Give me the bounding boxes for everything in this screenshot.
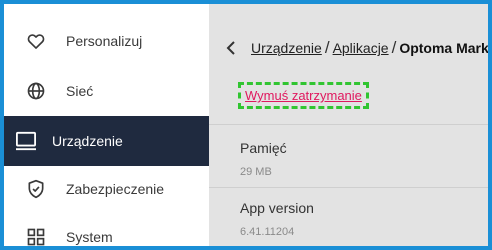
divider [209, 124, 488, 125]
memory-value: 29 MB [240, 166, 272, 178]
sidebar-item-urzadzenie[interactable]: Urządzenie [4, 116, 209, 166]
breadcrumb: Urządzenie / Aplikacje / Optoma Marketpl… [223, 38, 488, 58]
breadcrumb-item-aplikacje[interactable]: Aplikacje [333, 40, 389, 56]
memory-label: Pamięć [240, 140, 287, 156]
grid-icon [24, 225, 48, 246]
breadcrumb-item-urzadzenie[interactable]: Urządzenie [251, 40, 322, 56]
sidebar-item-siec[interactable]: Sieć [4, 66, 209, 116]
breadcrumb-separator: / [391, 38, 397, 57]
sidebar-item-label: System [66, 229, 113, 245]
sidebar-item-label: Personalizuj [66, 33, 143, 49]
settings-window: Personalizuj Sieć Urządzenie Zabezpiecze… [4, 4, 488, 246]
sidebar-item-zabezpieczenie[interactable]: Zabezpieczenie [4, 164, 209, 214]
version-value: 6.41.11204 [240, 226, 295, 238]
chevron-left-icon[interactable] [223, 41, 239, 55]
heart-icon [24, 29, 48, 53]
divider [209, 187, 488, 188]
globe-icon [24, 79, 48, 103]
sidebar-item-label: Sieć [66, 83, 94, 99]
breadcrumb-separator: / [324, 38, 330, 57]
sidebar-item-personalizuj[interactable]: Personalizuj [4, 16, 209, 66]
main-content: Urządzenie / Aplikacje / Optoma Marketpl… [209, 4, 488, 246]
monitor-icon [14, 129, 38, 153]
shield-check-icon [24, 177, 48, 201]
sidebar-item-system[interactable]: System [4, 212, 209, 246]
sidebar: Personalizuj Sieć Urządzenie Zabezpiecze… [4, 4, 209, 246]
sidebar-item-label: Zabezpieczenie [66, 181, 165, 197]
force-stop-link[interactable]: Wymuś zatrzymanie [238, 82, 369, 109]
version-label: App version [240, 200, 314, 216]
breadcrumb-current: Optoma Marketplace [399, 40, 488, 56]
sidebar-item-label: Urządzenie [52, 133, 123, 149]
